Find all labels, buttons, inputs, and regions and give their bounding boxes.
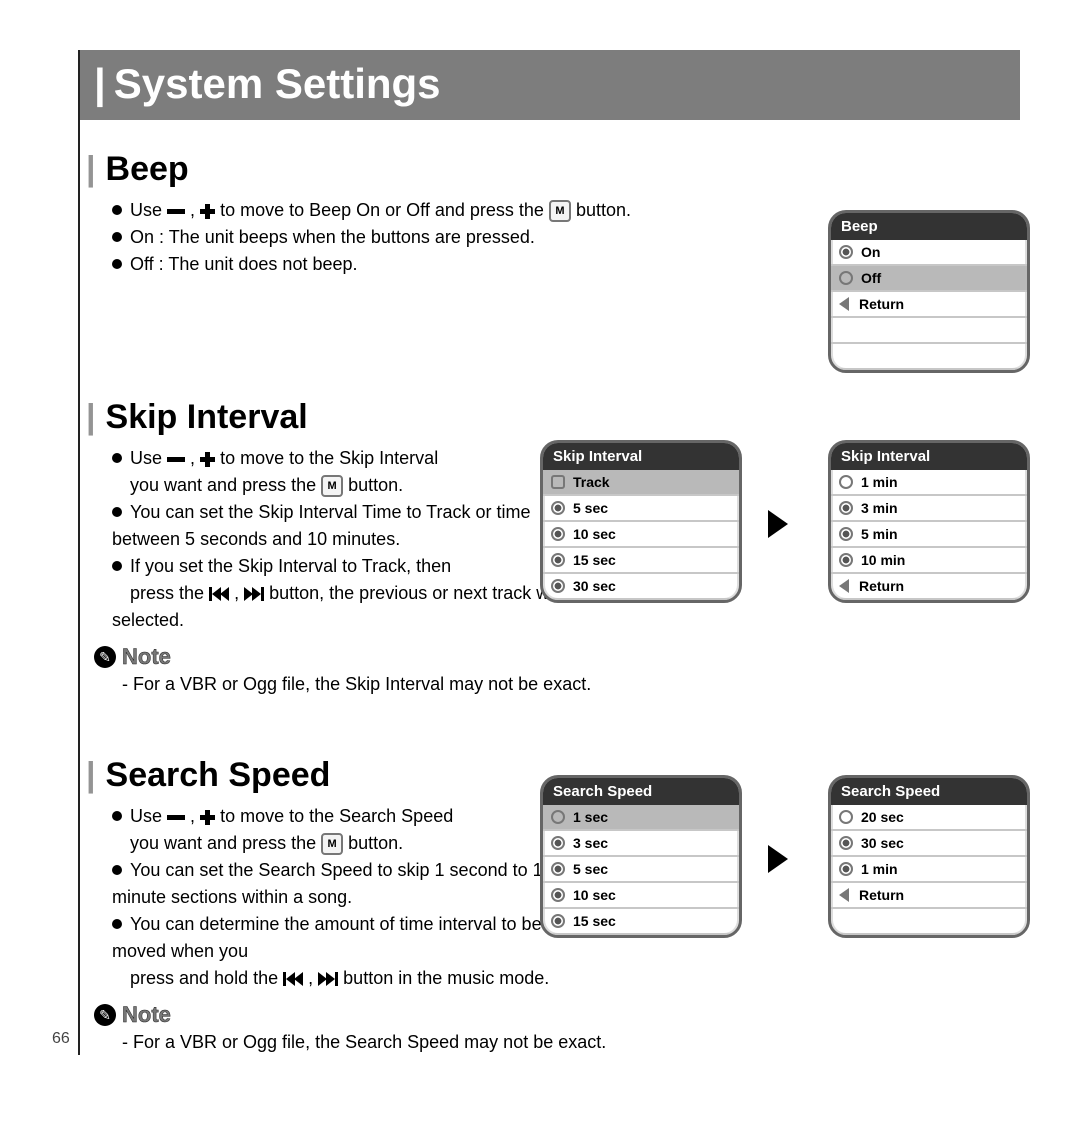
menu-item-return[interactable]: Return — [831, 574, 1027, 600]
minus-icon — [167, 815, 185, 820]
menu-item[interactable]: 20 sec — [831, 805, 1027, 831]
section-heading: |Beep — [86, 150, 1040, 189]
menu-title: Search Speed — [543, 778, 739, 805]
menu-item[interactable]: 30 sec — [831, 831, 1027, 857]
minus-icon — [167, 209, 185, 214]
menu-item-empty — [831, 318, 1027, 344]
menu-item[interactable]: 3 sec — [543, 831, 739, 857]
menu-item[interactable]: 5 sec — [543, 496, 739, 522]
device-menu-skip-1: Skip Interval Track 5 sec 10 sec 15 sec … — [540, 440, 742, 603]
note-label: ✎ Note — [94, 1002, 1040, 1028]
m-button-icon: M — [321, 475, 343, 497]
pencil-icon: ✎ — [94, 1004, 116, 1026]
plus-icon — [200, 810, 215, 825]
menu-item[interactable]: On — [831, 240, 1027, 266]
menu-title: Skip Interval — [831, 443, 1027, 470]
prev-track-icon — [283, 972, 303, 986]
device-menu-beep: Beep On Off Return — [828, 210, 1030, 373]
page-number: 66 — [52, 1030, 70, 1048]
pipe-icon: | — [94, 60, 106, 107]
menu-item[interactable]: 1 sec — [543, 805, 739, 831]
menu-item[interactable]: 3 min — [831, 496, 1027, 522]
next-track-icon — [244, 587, 264, 601]
note-text: - For a VBR or Ogg file, the Skip Interv… — [122, 674, 1040, 695]
page-title: System Settings — [114, 60, 441, 107]
menu-title: Search Speed — [831, 778, 1027, 805]
bullet-beep-1: Use , to move to Beep On or Off and pres… — [112, 197, 812, 224]
arrow-right-icon — [768, 510, 788, 538]
menu-item-empty — [831, 909, 1027, 935]
bullet-skip-1: Use , to move to the Skip Interval you w… — [112, 445, 592, 499]
menu-item[interactable]: 15 sec — [543, 548, 739, 574]
menu-item-return[interactable]: Return — [831, 883, 1027, 909]
bullet-beep-3: Off : The unit does not beep. — [112, 251, 812, 278]
menu-title: Beep — [831, 213, 1027, 240]
next-track-icon — [318, 972, 338, 986]
bullet-skip-2: You can set the Skip Interval Time to Tr… — [112, 499, 592, 553]
m-button-icon: M — [549, 200, 571, 222]
arrow-right-icon — [768, 845, 788, 873]
menu-item[interactable]: Track — [543, 470, 739, 496]
menu-item[interactable]: 30 sec — [543, 574, 739, 600]
bullet-beep-2: On : The unit beeps when the buttons are… — [112, 224, 812, 251]
plus-icon — [200, 452, 215, 467]
m-button-icon: M — [321, 833, 343, 855]
page-title-banner: |System Settings — [80, 50, 1020, 120]
bullet-search-2: You can set the Search Speed to skip 1 s… — [112, 857, 592, 911]
menu-item[interactable]: 5 sec — [543, 857, 739, 883]
plus-icon — [200, 204, 215, 219]
left-rule — [78, 50, 80, 1055]
device-menu-search-2: Search Speed 20 sec 30 sec 1 min Return — [828, 775, 1030, 938]
note-label: ✎ Note — [94, 644, 1040, 670]
prev-track-icon — [209, 587, 229, 601]
menu-item[interactable]: 10 sec — [543, 883, 739, 909]
menu-item[interactable]: 10 sec — [543, 522, 739, 548]
bullet-search-3: You can determine the amount of time int… — [112, 911, 592, 992]
device-menu-skip-2: Skip Interval 1 min 3 min 5 min 10 min R… — [828, 440, 1030, 603]
minus-icon — [167, 457, 185, 462]
menu-item[interactable]: 10 min — [831, 548, 1027, 574]
menu-item[interactable]: Off — [831, 266, 1027, 292]
bullet-search-1: Use , to move to the Search Speed you wa… — [112, 803, 592, 857]
section-heading: |Skip Interval — [86, 398, 1040, 437]
menu-item[interactable]: 1 min — [831, 857, 1027, 883]
device-menu-search-1: Search Speed 1 sec 3 sec 5 sec 10 sec 15… — [540, 775, 742, 938]
bullet-skip-3: If you set the Skip Interval to Track, t… — [112, 553, 592, 634]
note-text: - For a VBR or Ogg file, the Search Spee… — [122, 1032, 1040, 1053]
menu-item[interactable]: 1 min — [831, 470, 1027, 496]
menu-item-empty — [831, 344, 1027, 370]
menu-item[interactable]: 5 min — [831, 522, 1027, 548]
menu-item[interactable]: 15 sec — [543, 909, 739, 935]
pencil-icon: ✎ — [94, 646, 116, 668]
menu-item-return[interactable]: Return — [831, 292, 1027, 318]
menu-title: Skip Interval — [543, 443, 739, 470]
